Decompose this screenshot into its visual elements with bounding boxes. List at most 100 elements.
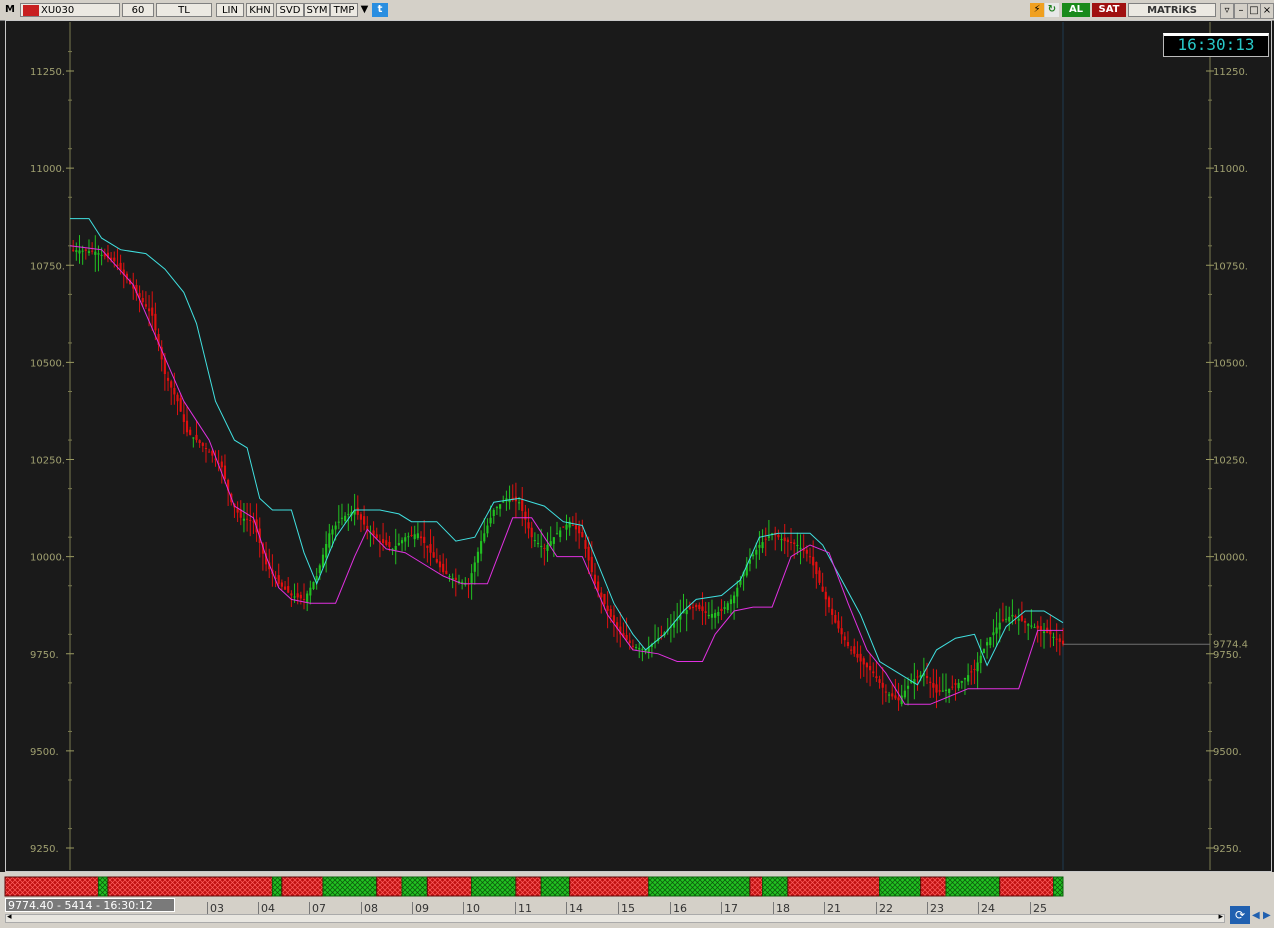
candle-body <box>1011 614 1014 617</box>
candle-body <box>941 690 944 692</box>
scroll-right-icon[interactable]: ▸ <box>1218 912 1223 922</box>
candle-body <box>805 549 808 554</box>
candle-body <box>884 691 887 693</box>
candle-body <box>315 576 318 581</box>
candle-body <box>176 394 179 402</box>
candle-body <box>777 534 780 538</box>
candle-body <box>283 586 287 590</box>
candle-body <box>726 603 729 611</box>
candle-body <box>442 563 445 573</box>
bear-signal-segment <box>515 876 542 897</box>
candle-body <box>100 254 103 256</box>
candle-body <box>837 620 840 629</box>
candle-body <box>1001 619 1004 621</box>
bull-signal-segment <box>1053 876 1064 897</box>
candle-body <box>397 543 400 546</box>
candle-body <box>435 559 438 563</box>
candle-body <box>793 542 796 544</box>
candle-body <box>495 507 499 509</box>
candle-body <box>407 536 410 538</box>
candle-body <box>565 524 568 530</box>
candle-body <box>1055 638 1058 640</box>
candle-body <box>413 534 416 540</box>
candle-body <box>903 690 906 698</box>
candle-body <box>799 547 802 549</box>
y-tick-label-left: 9250. <box>30 844 59 855</box>
candle-body <box>419 536 423 539</box>
candle-body <box>780 539 783 541</box>
y-tick-label-right: 10750. <box>1213 261 1248 272</box>
candle-body <box>710 613 714 618</box>
candle-body <box>634 646 638 648</box>
candle-body <box>973 669 976 671</box>
candle-body <box>906 685 910 689</box>
bull-signal-segment <box>879 876 922 897</box>
candle-body <box>600 592 603 598</box>
candle-body <box>752 554 755 557</box>
scroll-left-icon[interactable]: ◂ <box>7 912 12 922</box>
candle-body <box>113 257 116 262</box>
candle-body <box>1052 636 1055 638</box>
candle-body <box>562 526 565 528</box>
candle-body <box>853 646 856 654</box>
bear-signal-segment <box>4 876 99 897</box>
bull-signal-segment <box>945 876 1001 897</box>
candle-body <box>1014 615 1017 617</box>
lower-band-line <box>69 245 1063 705</box>
candle-body <box>862 658 865 665</box>
candle-body <box>543 547 546 549</box>
candle-body <box>881 682 884 688</box>
candle-body <box>869 665 872 671</box>
candle-body <box>827 597 831 608</box>
candle-body <box>603 593 606 605</box>
candle-body <box>536 543 540 545</box>
sync-icon[interactable]: ⟳ <box>1230 906 1250 924</box>
candle-body <box>891 693 894 697</box>
candle-body <box>473 562 476 572</box>
candle-body <box>400 540 404 544</box>
candle-body <box>198 440 201 443</box>
y-tick-label-right: 11000. <box>1213 164 1248 175</box>
bull-signal-segment <box>540 876 571 897</box>
nav-right-icon[interactable]: ▶ <box>1263 910 1271 921</box>
candle-body <box>1039 626 1042 630</box>
candle-body <box>480 541 483 554</box>
candle-body <box>628 640 631 644</box>
candle-body <box>185 420 189 433</box>
candle-body <box>363 516 366 525</box>
candle-body <box>954 683 957 685</box>
candle-body <box>84 249 87 251</box>
horizontal-scrollbar[interactable]: ◂ ▸ <box>5 912 1225 923</box>
candle-body <box>963 678 967 680</box>
bear-signal-segment <box>749 876 764 897</box>
candle-body <box>318 565 321 573</box>
candle-body <box>173 387 176 395</box>
candle-body <box>483 533 486 542</box>
candle-body <box>72 249 75 251</box>
candle-body <box>81 250 84 252</box>
candle-body <box>641 648 644 650</box>
candle-body <box>170 381 173 388</box>
candle-body <box>786 539 789 543</box>
candle-body <box>729 599 733 605</box>
candle-body <box>182 414 185 422</box>
price-chart[interactable]: 11250. 11250. 11000. 11000. 10750. 10750. 1050… <box>0 0 1274 928</box>
candle-body <box>359 514 363 520</box>
candle-body <box>1023 620 1027 623</box>
nav-left-icon[interactable]: ◀ <box>1252 910 1260 921</box>
candle-body <box>733 595 736 604</box>
y-tick-label-right: 10250. <box>1213 456 1248 467</box>
candle-body <box>277 575 280 584</box>
bull-signal-segment <box>471 876 517 897</box>
candle-body <box>986 642 989 646</box>
candle-body <box>1017 618 1020 621</box>
candle-body <box>960 680 963 683</box>
candle-body <box>195 434 198 441</box>
candle-body <box>723 607 726 609</box>
candle-body <box>249 520 252 522</box>
candle-body <box>533 540 536 542</box>
candle-body <box>796 544 799 546</box>
candle-body <box>147 308 151 312</box>
candle-body <box>179 398 182 412</box>
candle-body <box>201 443 204 446</box>
